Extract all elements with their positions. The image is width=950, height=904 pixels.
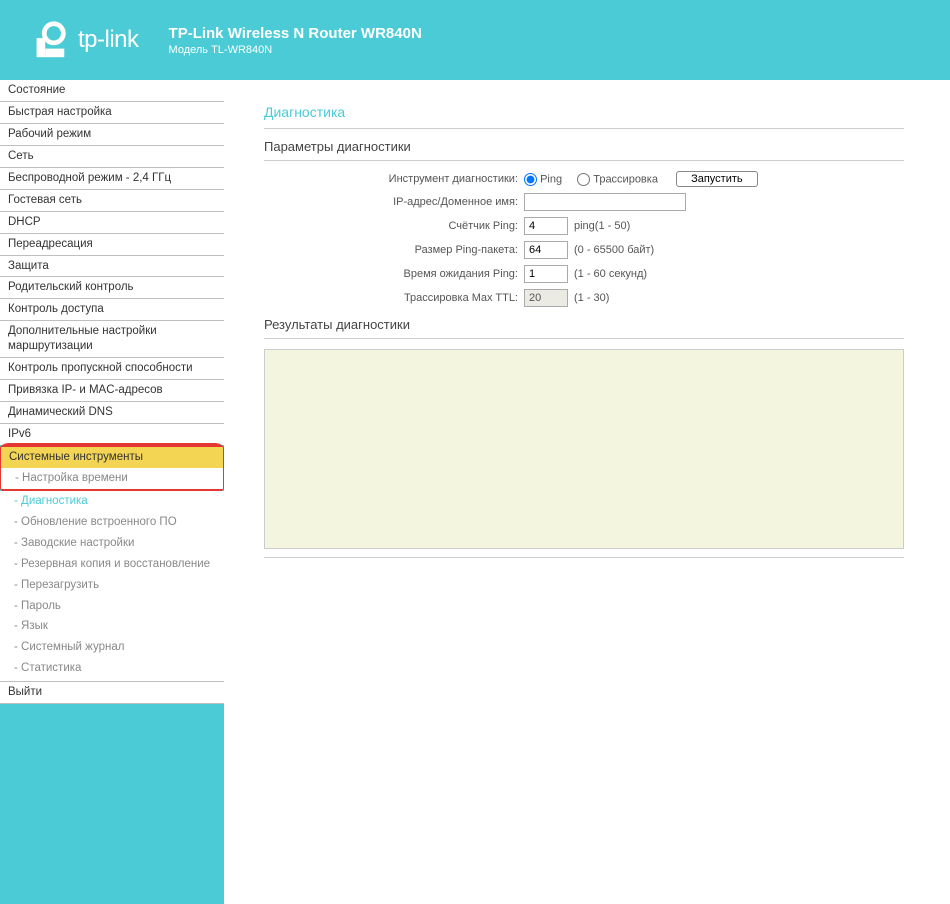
- sidebar-item-logout[interactable]: Выйти: [0, 681, 224, 704]
- sidebar-item-ip-mac[interactable]: Привязка IP- и MAC-адресов: [0, 380, 224, 402]
- sidebar-sub-reboot[interactable]: - Перезагрузить: [0, 575, 224, 596]
- sidebar-nav: Состояние Быстрая настройка Рабочий режи…: [0, 80, 224, 633]
- sidebar-item-dhcp[interactable]: DHCP: [0, 212, 224, 234]
- sidebar-sub-language[interactable]: - Язык: [0, 616, 224, 637]
- separator: [264, 160, 904, 161]
- page-title: Диагностика: [264, 104, 904, 120]
- sidebar-sub-time[interactable]: - Настройка времени: [1, 468, 223, 489]
- sidebar-item-security[interactable]: Защита: [0, 256, 224, 278]
- separator: [264, 338, 904, 339]
- sidebar-item-access[interactable]: Контроль доступа: [0, 299, 224, 321]
- sidebar-item-forwarding[interactable]: Переадресация: [0, 234, 224, 256]
- content-area: Диагностика Параметры диагностики Инстру…: [224, 80, 950, 633]
- hint-ping-timeout: (1 - 60 секунд): [574, 268, 647, 280]
- product-model: Модель TL-WR840N: [169, 44, 422, 56]
- results-output: [264, 349, 904, 549]
- tp-link-logo-icon: [28, 19, 70, 61]
- results-section-title: Результаты диагностики: [264, 317, 904, 332]
- separator: [264, 128, 904, 129]
- brand-logo: tp-link: [28, 19, 139, 61]
- sidebar-item-op-mode[interactable]: Рабочий режим: [0, 124, 224, 146]
- hint-ping-count: ping(1 - 50): [574, 220, 630, 232]
- params-section-title: Параметры диагностики: [264, 139, 904, 154]
- product-title: TP-Link Wireless N Router WR840N: [169, 25, 422, 42]
- sidebar-sub-factory[interactable]: - Заводские настройки: [0, 533, 224, 554]
- highlight-annotation: Системные инструменты - Настройка времен…: [0, 443, 227, 493]
- sidebar-spacer: [0, 704, 224, 904]
- label-ping-timeout: Время ожидания Ping:: [324, 268, 524, 280]
- radio-trace[interactable]: Трассировка: [577, 173, 658, 186]
- sidebar-item-system-tools[interactable]: Системные инструменты: [1, 447, 223, 468]
- sidebar-sub-syslog[interactable]: - Системный журнал: [0, 637, 224, 658]
- sidebar-item-parental[interactable]: Родительский контроль: [0, 277, 224, 299]
- app-header: tp-link TP-Link Wireless N Router WR840N…: [0, 0, 950, 80]
- diagnostics-form: Инструмент диагностики: Ping Трассировка…: [324, 171, 904, 307]
- hint-trace-ttl: (1 - 30): [574, 292, 609, 304]
- brand-name: tp-link: [78, 26, 139, 54]
- radio-ping[interactable]: Ping: [524, 173, 562, 186]
- run-button[interactable]: Запустить: [676, 171, 758, 187]
- sidebar-item-network[interactable]: Сеть: [0, 146, 224, 168]
- sidebar-item-ipv6[interactable]: IPv6: [0, 424, 224, 445]
- sidebar-item-ddns[interactable]: Динамический DNS: [0, 402, 224, 424]
- ip-input[interactable]: [524, 193, 686, 211]
- ping-count-input[interactable]: [524, 217, 568, 235]
- separator: [264, 557, 904, 558]
- label-tool: Инструмент диагностики:: [324, 173, 524, 185]
- label-ip: IP-адрес/Доменное имя:: [324, 196, 524, 208]
- sidebar-sub-backup[interactable]: - Резервная копия и восстановление: [0, 554, 224, 575]
- sidebar-item-status[interactable]: Состояние: [0, 80, 224, 102]
- hint-ping-size: (0 - 65500 байт): [574, 244, 654, 256]
- sidebar-item-wireless[interactable]: Беспроводной режим - 2,4 ГГц: [0, 168, 224, 190]
- ping-size-input[interactable]: [524, 241, 568, 259]
- sidebar-sub-diagnostics[interactable]: - Диагностика: [0, 491, 224, 512]
- header-title: TP-Link Wireless N Router WR840N Модель …: [169, 25, 422, 56]
- sidebar-item-quick-setup[interactable]: Быстрая настройка: [0, 102, 224, 124]
- sidebar-item-guest[interactable]: Гостевая сеть: [0, 190, 224, 212]
- label-ping-size: Размер Ping-пакета:: [324, 244, 524, 256]
- sidebar-sub-stats[interactable]: - Статистика: [0, 658, 224, 679]
- sidebar-item-routing[interactable]: Дополнительные настройки маршрутизации: [0, 321, 224, 358]
- sidebar-item-bandwidth[interactable]: Контроль пропускной способности: [0, 358, 224, 380]
- sidebar-sub-firmware[interactable]: - Обновление встроенного ПО: [0, 512, 224, 533]
- label-trace-ttl: Трассировка Max TTL:: [324, 292, 524, 304]
- trace-ttl-input: [524, 289, 568, 307]
- sidebar-sub-password[interactable]: - Пароль: [0, 596, 224, 617]
- ping-timeout-input[interactable]: [524, 265, 568, 283]
- label-ping-count: Счётчик Ping:: [324, 220, 524, 232]
